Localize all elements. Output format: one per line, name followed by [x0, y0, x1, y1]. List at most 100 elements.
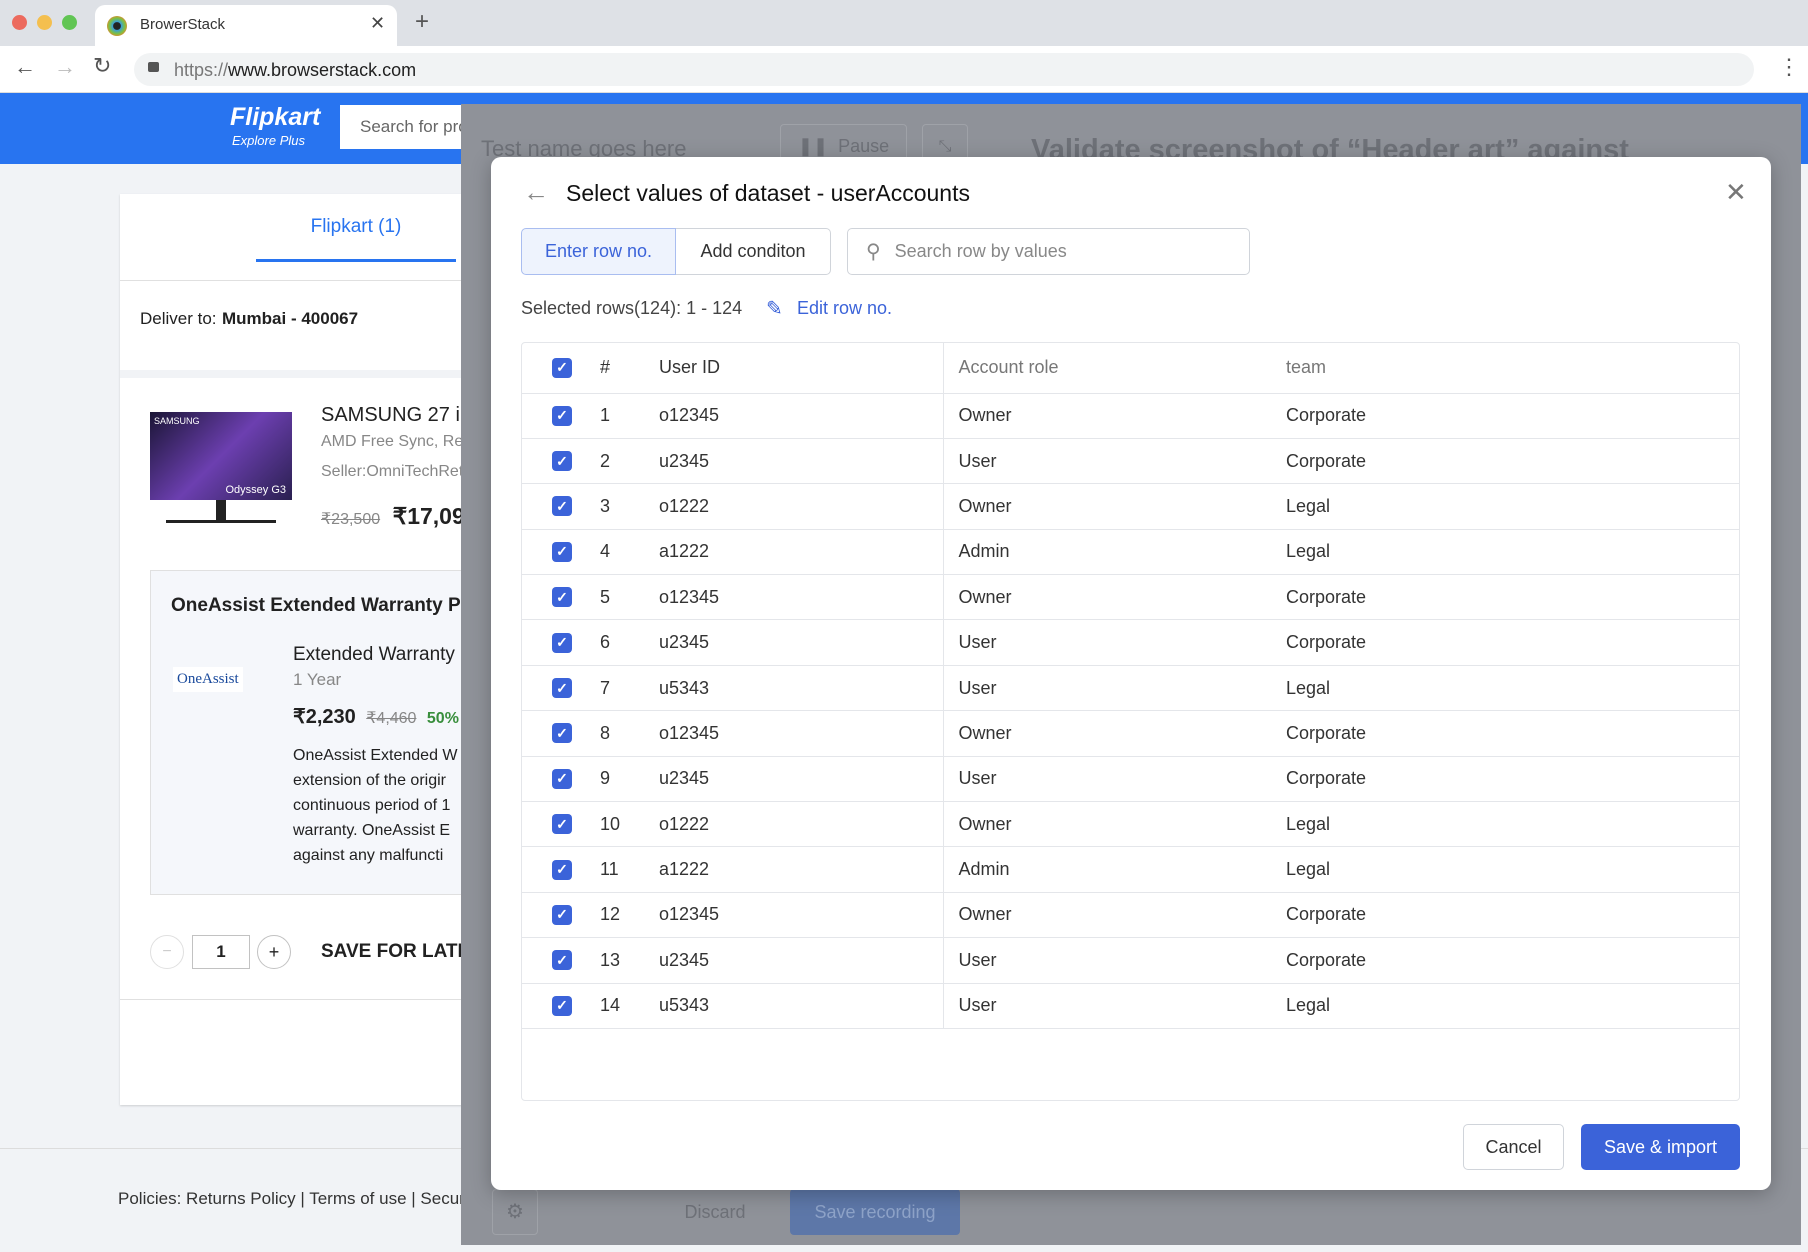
product-price: ₹17,099	[393, 503, 461, 529]
row-team: Corporate	[1286, 892, 1739, 937]
row-checkbox[interactable]: ✓	[552, 723, 572, 743]
row-checkbox[interactable]: ✓	[552, 950, 572, 970]
maximize-window-button[interactable]	[62, 15, 77, 30]
settings-gear-icon[interactable]: ⚙	[492, 1189, 538, 1235]
save-import-button[interactable]: Save & import	[1581, 1124, 1740, 1170]
minimize-window-button[interactable]	[37, 15, 52, 30]
back-icon[interactable]: ←	[14, 54, 36, 80]
table-row[interactable]: ✓ 2 u2345 User Corporate	[522, 438, 1739, 483]
product-image[interactable]: SAMSUNGOdyssey G3	[150, 412, 292, 500]
row-account-role: Owner	[943, 484, 1286, 529]
increase-qty-button[interactable]: +	[257, 935, 291, 969]
row-checkbox[interactable]: ✓	[552, 678, 572, 698]
decrease-qty-button[interactable]: −	[150, 935, 184, 969]
warranty-desc-line: continuous period of 1	[293, 793, 484, 818]
close-window-button[interactable]	[12, 15, 27, 30]
table-row[interactable]: ✓ 12 o12345 Owner Corporate	[522, 892, 1739, 937]
discard-button[interactable]: Discard	[661, 1189, 769, 1235]
flipkart-search-input[interactable]: Search for products	[340, 105, 470, 149]
close-icon[interactable]: ✕	[1725, 177, 1747, 208]
row-checkbox[interactable]: ✓	[552, 542, 572, 562]
reload-icon[interactable]: ↻	[93, 53, 111, 79]
table-row[interactable]: ✓ 13 u2345 User Corporate	[522, 938, 1739, 983]
row-index: 7	[600, 665, 659, 710]
row-team: Legal	[1286, 847, 1739, 892]
back-arrow-icon[interactable]: ←	[523, 177, 549, 208]
row-account-role: User	[943, 665, 1286, 710]
row-user-id: u2345	[659, 756, 943, 801]
tab-flipkart-cart[interactable]: Flipkart (1)	[256, 214, 456, 262]
row-user-id: o12345	[659, 711, 943, 756]
tab-enter-row-no[interactable]: Enter row no.	[521, 228, 676, 275]
table-row[interactable]: ✓ 14 u5343 User Legal	[522, 983, 1739, 1028]
row-checkbox[interactable]: ✓	[552, 406, 572, 426]
table-row[interactable]: ✓ 6 u2345 User Corporate	[522, 620, 1739, 665]
search-row-input[interactable]: ⚲Search row by values	[847, 228, 1250, 275]
row-index: 3	[600, 484, 659, 529]
row-team: Corporate	[1286, 938, 1739, 983]
search-placeholder: Search row by values	[895, 241, 1067, 262]
row-checkbox[interactable]: ✓	[552, 814, 572, 834]
row-team: Legal	[1286, 802, 1739, 847]
close-tab-icon[interactable]: ✕	[370, 13, 385, 34]
row-checkbox[interactable]: ✓	[552, 860, 572, 880]
warranty-desc-line: OneAssist Extended W	[293, 743, 484, 768]
warranty-desc-line: against any malfuncti	[293, 843, 484, 868]
new-tab-icon[interactable]: +	[415, 8, 429, 36]
flipkart-logo[interactable]: Flipkart	[230, 103, 320, 132]
selected-rows-text: Selected rows(124): 1 - 124	[521, 298, 742, 319]
explore-plus: Explore Plus	[232, 133, 305, 148]
policies-footer: Policies: Returns Policy | Terms of use …	[118, 1189, 482, 1209]
forward-icon[interactable]: →	[54, 54, 76, 80]
row-index: 9	[600, 756, 659, 801]
divider	[120, 280, 520, 281]
row-checkbox[interactable]: ✓	[552, 587, 572, 607]
product-name[interactable]: SAMSUNG 27 inch	[321, 404, 461, 427]
row-team: Corporate	[1286, 575, 1739, 620]
row-checkbox[interactable]: ✓	[552, 496, 572, 516]
edit-row-no-link[interactable]: Edit row no.	[797, 298, 892, 319]
qty-input[interactable]: 1	[192, 935, 250, 969]
row-checkbox[interactable]: ✓	[552, 905, 572, 925]
table-row[interactable]: ✓ 5 o12345 Owner Corporate	[522, 575, 1739, 620]
row-checkbox[interactable]: ✓	[552, 633, 572, 653]
tab-title: BrowerStack	[140, 16, 225, 33]
browser-tab[interactable]: BrowerStack ✕	[95, 5, 397, 46]
edit-pencil-icon[interactable]: ✎	[766, 296, 783, 321]
terms-link[interactable]: Terms of use	[309, 1189, 406, 1208]
column-header-user-id[interactable]: User ID	[659, 343, 943, 393]
row-index: 2	[600, 438, 659, 483]
table-row[interactable]: ✓ 3 o1222 Owner Legal	[522, 484, 1739, 529]
save-recording-button[interactable]: Save recording	[790, 1189, 960, 1235]
browser-menu-icon[interactable]: ⋮	[1778, 54, 1800, 80]
table-row[interactable]: ✓ 9 u2345 User Corporate	[522, 756, 1739, 801]
table-row[interactable]: ✓ 1 o12345 Owner Corporate	[522, 393, 1739, 438]
cancel-button[interactable]: Cancel	[1463, 1124, 1564, 1170]
row-account-role: User	[943, 756, 1286, 801]
table-row[interactable]: ✓ 4 a1222 Admin Legal	[522, 529, 1739, 574]
column-header-account-role[interactable]: Account role	[943, 343, 1286, 393]
row-account-role: Owner	[943, 393, 1286, 438]
row-account-role: Owner	[943, 711, 1286, 756]
select-all-checkbox[interactable]: ✓	[552, 358, 572, 378]
table-row[interactable]: ✓ 11 a1222 Admin Legal	[522, 847, 1739, 892]
row-team: Legal	[1286, 983, 1739, 1028]
url-input[interactable]: https://www.browserstack.com	[134, 53, 1754, 86]
warranty-desc-line: extension of the origir	[293, 768, 484, 793]
table-row[interactable]: ✓ 8 o12345 Owner Corporate	[522, 711, 1739, 756]
table-row[interactable]: ✓ 10 o1222 Owner Legal	[522, 802, 1739, 847]
product-old-price: ₹23,500	[321, 511, 380, 528]
returns-policy-link[interactable]: Returns Policy	[186, 1189, 296, 1208]
row-checkbox[interactable]: ✓	[552, 451, 572, 471]
row-account-role: User	[943, 438, 1286, 483]
row-account-role: Admin	[943, 529, 1286, 574]
table-row[interactable]: ✓ 7 u5343 User Legal	[522, 665, 1739, 710]
column-header-team[interactable]: team	[1286, 343, 1739, 393]
row-checkbox[interactable]: ✓	[552, 769, 572, 789]
row-index: 13	[600, 938, 659, 983]
pause-icon: ❚❚	[798, 136, 828, 157]
save-for-later-button[interactable]: SAVE FOR LATER	[321, 941, 461, 963]
warranty-title: OneAssist Extended Warranty Plan	[171, 595, 488, 617]
tab-add-condition[interactable]: Add conditon	[676, 228, 831, 275]
row-checkbox[interactable]: ✓	[552, 996, 572, 1016]
